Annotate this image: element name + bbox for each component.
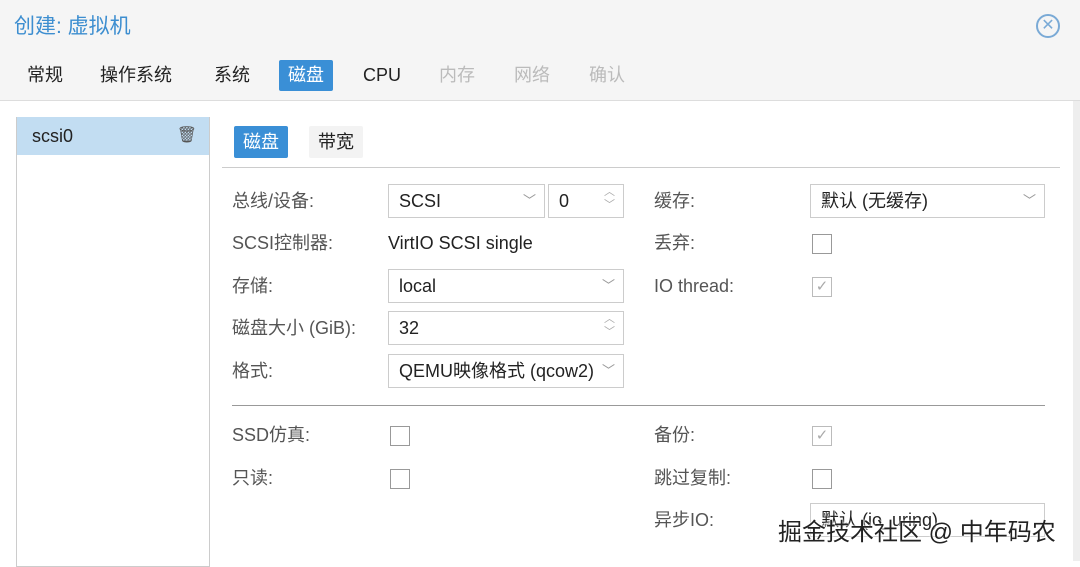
chevron-down-icon: ﹀ bbox=[1016, 185, 1036, 217]
tab-cpu[interactable]: CPU bbox=[354, 60, 410, 91]
bus-index-spinner[interactable]: 0 ︿ ﹀ bbox=[548, 184, 624, 218]
window-header: 创建: 虚拟机 ✕ 常规 操作系统 系统 磁盘 CPU 内存 网络 确认 bbox=[0, 0, 1080, 101]
discard-checkbox[interactable] bbox=[812, 234, 832, 254]
trash-icon[interactable]: 🗑 bbox=[177, 117, 197, 155]
size-input[interactable]: 32 ︿ ﹀ bbox=[388, 311, 624, 345]
readonly-checkbox[interactable] bbox=[390, 469, 410, 489]
backup-label: 备份: bbox=[654, 425, 696, 445]
ssd-checkbox[interactable] bbox=[390, 426, 410, 446]
cache-label: 缓存: bbox=[654, 191, 696, 211]
tab-network: 网络 bbox=[514, 65, 550, 85]
spinner-icon[interactable]: ︿ ﹀ bbox=[604, 186, 615, 212]
format-value: QEMU映像格式 (qcow2) bbox=[399, 361, 595, 381]
subtab-disk[interactable]: 磁盘 bbox=[234, 126, 288, 158]
watermark: 掘金技术社区 @ 中年码农 bbox=[778, 519, 1056, 546]
bus-index-value: 0 bbox=[559, 191, 570, 211]
controller-value: VirtIO SCSI single bbox=[388, 233, 533, 253]
cache-select[interactable]: 默认 (无缓存) ﹀ bbox=[810, 184, 1045, 218]
cache-value: 默认 (无缓存) bbox=[821, 191, 928, 211]
spinner-icon[interactable]: ︿ ﹀ bbox=[604, 313, 615, 339]
chevron-down-icon: ﹀ bbox=[595, 355, 615, 387]
iothread-checkbox[interactable]: ✓ bbox=[812, 277, 832, 297]
backup-checkbox[interactable]: ✓ bbox=[812, 426, 832, 446]
storage-label: 存储: bbox=[232, 276, 274, 296]
ssd-label: SSD仿真: bbox=[232, 425, 311, 445]
chevron-down-icon: ﹀ bbox=[516, 185, 536, 217]
tab-system[interactable]: 系统 bbox=[205, 60, 259, 91]
divider bbox=[232, 405, 1045, 406]
storage-select[interactable]: local ﹀ bbox=[388, 269, 624, 303]
tab-general[interactable]: 常规 bbox=[18, 60, 72, 91]
tab-confirm: 确认 bbox=[589, 65, 625, 85]
skip-replication-label: 跳过复制: bbox=[654, 468, 732, 488]
controller-label: SCSI控制器: bbox=[232, 233, 334, 253]
skip-replication-checkbox[interactable] bbox=[812, 469, 832, 489]
bus-select[interactable]: SCSI ﹀ bbox=[388, 184, 545, 218]
async-io-label: 异步IO: bbox=[654, 510, 715, 530]
divider bbox=[222, 167, 1060, 168]
format-select[interactable]: QEMU映像格式 (qcow2) ﹀ bbox=[388, 354, 624, 388]
tab-os[interactable]: 操作系统 bbox=[91, 60, 181, 91]
close-icon[interactable]: ✕ bbox=[1036, 14, 1060, 38]
scrollbar[interactable] bbox=[1073, 101, 1080, 561]
bus-value: SCSI bbox=[399, 191, 442, 211]
disk-list: scsi0 🗑 bbox=[16, 117, 210, 567]
bus-label: 总线/设备: bbox=[232, 191, 315, 211]
disk-list-item[interactable]: scsi0 🗑 bbox=[17, 117, 209, 155]
tab-disk[interactable]: 磁盘 bbox=[279, 60, 333, 91]
iothread-label: IO thread: bbox=[654, 276, 735, 296]
discard-label: 丢弃: bbox=[654, 233, 696, 253]
storage-value: local bbox=[399, 276, 437, 296]
size-label: 磁盘大小 (GiB): bbox=[232, 318, 356, 338]
size-value: 32 bbox=[399, 318, 420, 338]
window-title: 创建: 虚拟机 bbox=[14, 15, 131, 38]
tab-memory: 内存 bbox=[439, 65, 475, 85]
readonly-label: 只读: bbox=[232, 468, 274, 488]
chevron-down-icon: ﹀ bbox=[595, 270, 615, 302]
disk-label: scsi0 bbox=[32, 126, 74, 146]
subtab-bandwidth[interactable]: 带宽 bbox=[309, 126, 363, 158]
format-label: 格式: bbox=[232, 361, 274, 381]
